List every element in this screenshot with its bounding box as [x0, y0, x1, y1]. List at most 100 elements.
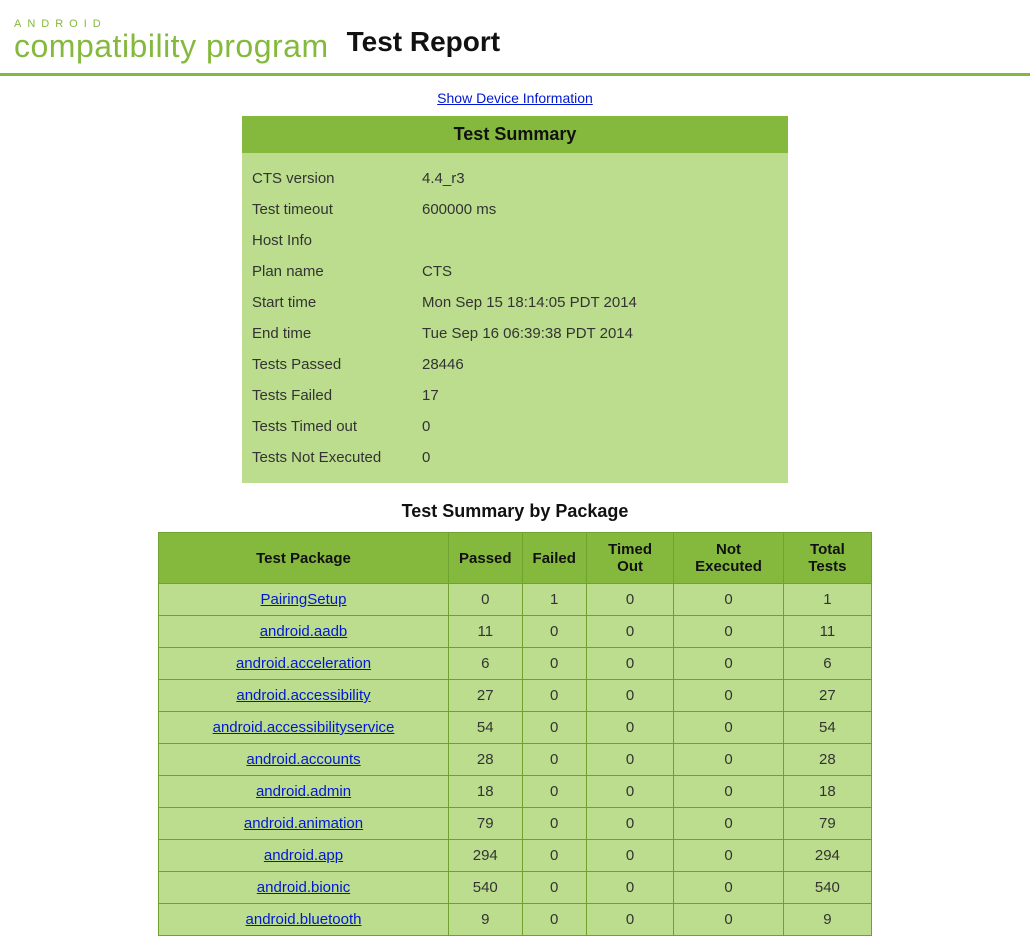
summary-row: Host Info — [252, 225, 778, 256]
table-cell-passed: 0 — [449, 584, 523, 616]
table-cell-total: 1 — [783, 584, 871, 616]
table-cell-timed_out: 0 — [586, 808, 673, 840]
package-name-cell: android.accessibilityservice — [159, 712, 449, 744]
summary-value: CTS — [422, 263, 778, 280]
table-cell-passed: 6 — [449, 648, 523, 680]
package-summary-table: Test PackagePassedFailedTimed OutNot Exe… — [158, 532, 872, 936]
table-cell-failed: 0 — [522, 744, 586, 776]
package-name-cell: android.accessibility — [159, 680, 449, 712]
table-cell-not_executed: 0 — [674, 680, 784, 712]
table-row: PairingSetup01001 — [159, 584, 872, 616]
table-row: android.acceleration60006 — [159, 648, 872, 680]
table-cell-failed: 0 — [522, 712, 586, 744]
summary-value: 28446 — [422, 356, 778, 373]
package-name-cell: android.accounts — [159, 744, 449, 776]
table-cell-total: 9 — [783, 904, 871, 936]
summary-value: 0 — [422, 449, 778, 466]
table-cell-timed_out: 0 — [586, 744, 673, 776]
package-name-cell: android.acceleration — [159, 648, 449, 680]
table-cell-failed: 0 — [522, 808, 586, 840]
table-cell-timed_out: 0 — [586, 840, 673, 872]
summary-label: End time — [252, 325, 422, 342]
package-link[interactable]: PairingSetup — [261, 591, 347, 608]
table-cell-timed_out: 0 — [586, 584, 673, 616]
table-cell-failed: 0 — [522, 616, 586, 648]
summary-label: Tests Timed out — [252, 418, 422, 435]
table-cell-passed: 18 — [449, 776, 523, 808]
table-cell-not_executed: 0 — [674, 584, 784, 616]
package-link[interactable]: android.accounts — [246, 751, 360, 768]
summary-row: Tests Timed out0 — [252, 411, 778, 442]
table-cell-failed: 0 — [522, 776, 586, 808]
summary-row: CTS version4.4_r3 — [252, 163, 778, 194]
package-link[interactable]: android.animation — [244, 815, 363, 832]
summary-label: Tests Passed — [252, 356, 422, 373]
summary-label: Start time — [252, 294, 422, 311]
package-link[interactable]: android.bionic — [257, 879, 350, 896]
summary-value — [422, 232, 778, 249]
table-cell-failed: 0 — [522, 872, 586, 904]
package-link[interactable]: android.bluetooth — [246, 911, 362, 928]
table-header-cell: Failed — [522, 533, 586, 584]
table-cell-not_executed: 0 — [674, 872, 784, 904]
test-summary-panel: Test Summary CTS version4.4_r3Test timeo… — [242, 116, 788, 483]
table-cell-not_executed: 0 — [674, 904, 784, 936]
table-row: android.bluetooth90009 — [159, 904, 872, 936]
table-row: android.aadb1100011 — [159, 616, 872, 648]
package-name-cell: android.app — [159, 840, 449, 872]
table-cell-not_executed: 0 — [674, 840, 784, 872]
summary-value: Tue Sep 16 06:39:38 PDT 2014 — [422, 325, 778, 342]
table-cell-timed_out: 0 — [586, 616, 673, 648]
package-link[interactable]: android.admin — [256, 783, 351, 800]
table-cell-timed_out: 0 — [586, 648, 673, 680]
package-link[interactable]: android.accessibilityservice — [213, 719, 395, 736]
package-name-cell: android.admin — [159, 776, 449, 808]
table-cell-total: 54 — [783, 712, 871, 744]
table-cell-total: 28 — [783, 744, 871, 776]
table-cell-total: 6 — [783, 648, 871, 680]
table-row: android.animation7900079 — [159, 808, 872, 840]
table-cell-failed: 0 — [522, 904, 586, 936]
table-cell-total: 79 — [783, 808, 871, 840]
table-cell-timed_out: 0 — [586, 712, 673, 744]
table-cell-timed_out: 0 — [586, 776, 673, 808]
table-header-cell: Test Package — [159, 533, 449, 584]
table-cell-passed: 11 — [449, 616, 523, 648]
summary-value: Mon Sep 15 18:14:05 PDT 2014 — [422, 294, 778, 311]
package-name-cell: android.bluetooth — [159, 904, 449, 936]
table-cell-failed: 0 — [522, 648, 586, 680]
table-cell-total: 540 — [783, 872, 871, 904]
summary-label: Tests Failed — [252, 387, 422, 404]
table-cell-total: 11 — [783, 616, 871, 648]
summary-value: 17 — [422, 387, 778, 404]
summary-row: Start timeMon Sep 15 18:14:05 PDT 2014 — [252, 287, 778, 318]
summary-value: 0 — [422, 418, 778, 435]
table-row: android.accessibility2700027 — [159, 680, 872, 712]
table-row: android.accounts2800028 — [159, 744, 872, 776]
table-row: android.admin1800018 — [159, 776, 872, 808]
table-header-cell: Not Executed — [674, 533, 784, 584]
table-header-cell: Timed Out — [586, 533, 673, 584]
table-row: android.app294000294 — [159, 840, 872, 872]
package-name-cell: PairingSetup — [159, 584, 449, 616]
header-bar: android compatibility program Test Repor… — [0, 0, 1030, 76]
table-header-cell: Total Tests — [783, 533, 871, 584]
package-link[interactable]: android.app — [264, 847, 343, 864]
table-cell-not_executed: 0 — [674, 712, 784, 744]
table-cell-not_executed: 0 — [674, 744, 784, 776]
package-link[interactable]: android.accessibility — [236, 687, 370, 704]
package-link[interactable]: android.acceleration — [236, 655, 371, 672]
device-info-link-wrap: Show Device Information — [0, 90, 1030, 108]
summary-row: Tests Not Executed0 — [252, 442, 778, 473]
package-link[interactable]: android.aadb — [260, 623, 348, 640]
summary-row: End timeTue Sep 16 06:39:38 PDT 2014 — [252, 318, 778, 349]
table-header-cell: Passed — [449, 533, 523, 584]
table-cell-passed: 294 — [449, 840, 523, 872]
table-cell-failed: 1 — [522, 584, 586, 616]
table-cell-not_executed: 0 — [674, 776, 784, 808]
summary-value: 4.4_r3 — [422, 170, 778, 187]
show-device-info-link[interactable]: Show Device Information — [437, 90, 593, 106]
table-cell-not_executed: 0 — [674, 648, 784, 680]
table-cell-passed: 54 — [449, 712, 523, 744]
package-name-cell: android.bionic — [159, 872, 449, 904]
